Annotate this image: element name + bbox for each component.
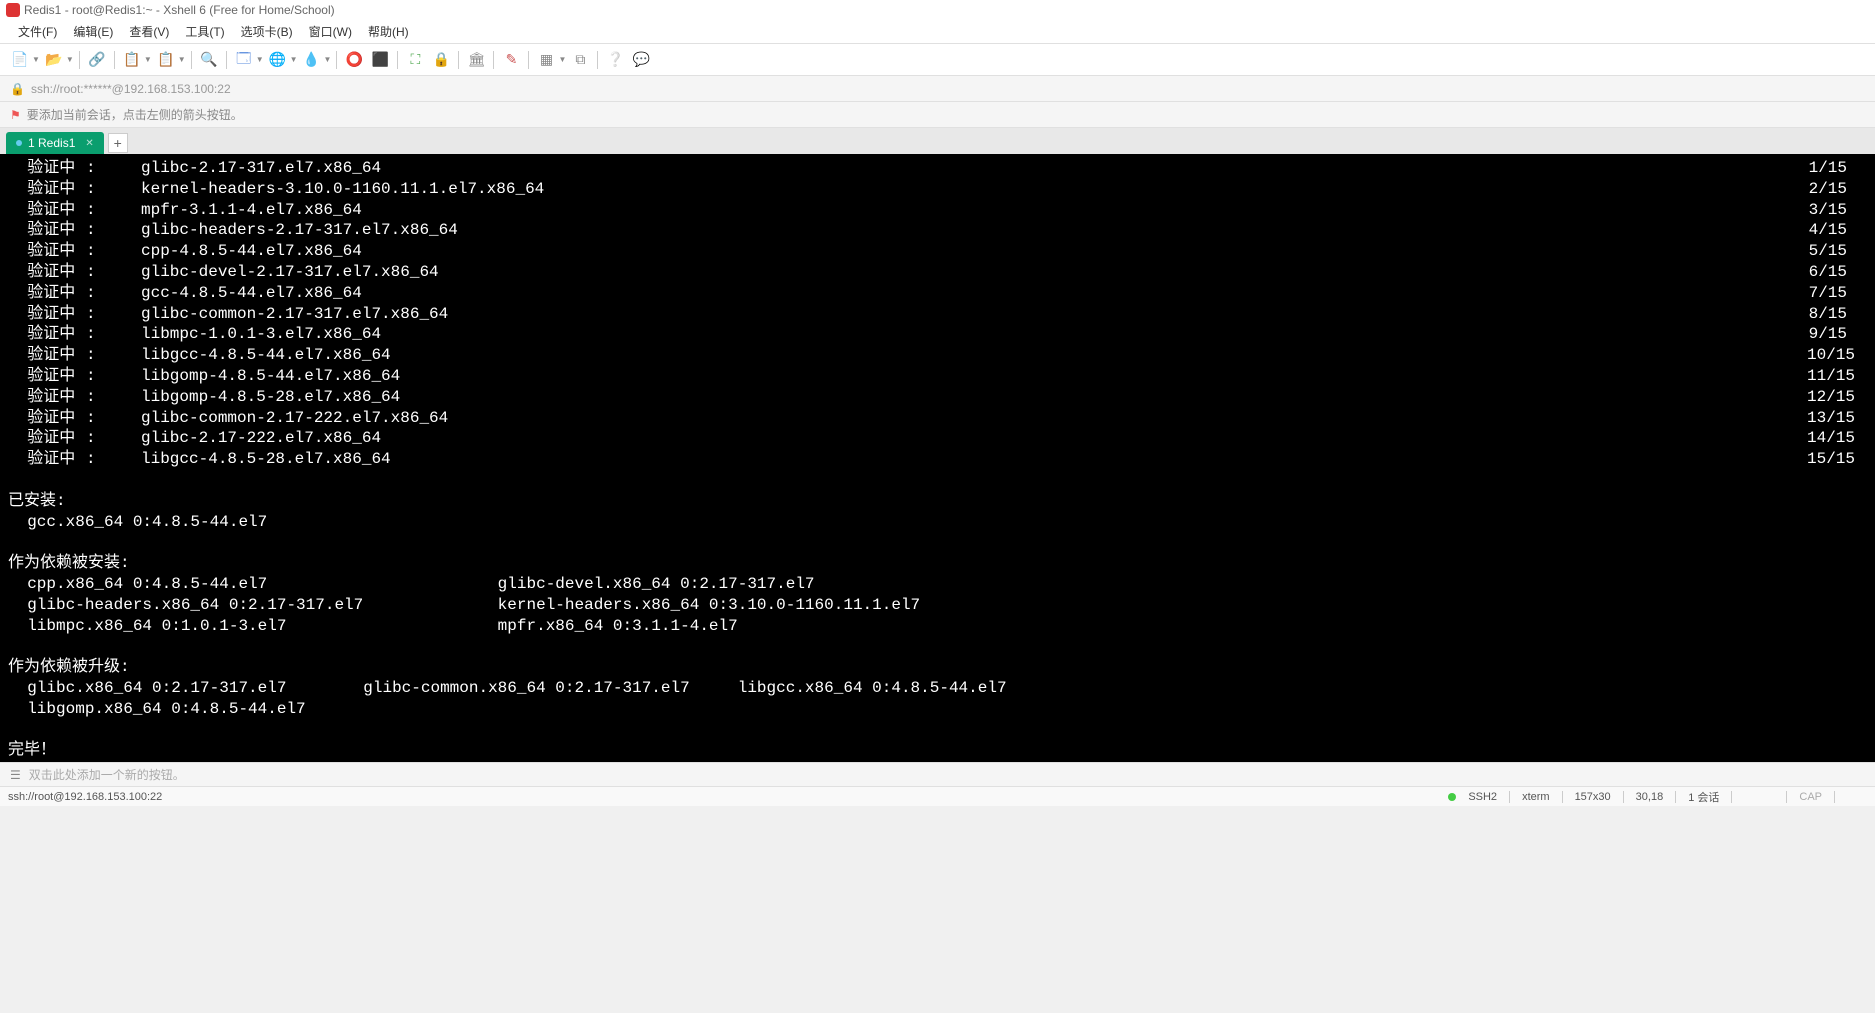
tab-status-dot <box>16 140 22 146</box>
separator <box>493 51 494 69</box>
dropdown-icon[interactable]: ▼ <box>144 55 152 64</box>
menu-tabs[interactable]: 选项卡(B) <box>233 20 301 43</box>
dropdown-icon[interactable]: ▼ <box>558 55 566 64</box>
session-hint-text: 要添加当前会话，点击左侧的箭头按钮。 <box>27 106 243 123</box>
status-cursor-pos: 30,18 <box>1636 791 1664 803</box>
menu-tools[interactable]: 工具(T) <box>177 20 232 43</box>
menu-file[interactable]: 文件(F) <box>10 20 65 43</box>
statusbar: ssh://root@192.168.153.100:22 SSH2 xterm… <box>0 786 1875 806</box>
tab-redis1[interactable]: 1 Redis1 ✕ <box>6 132 104 154</box>
tab-label: 1 Redis1 <box>28 136 75 150</box>
ssh-status-icon <box>1448 793 1456 801</box>
toolbar: 📄▼ 📂▼ 🔗 📋▼ 📋▼ 🔍 🗔▼ 🌐▼ 💧▼ ⭕ ⬛ ⛶ 🔒 🏛 ✎ ▦▼ … <box>0 44 1875 76</box>
refresh-button[interactable]: ⭕ <box>342 48 366 72</box>
fullscreen-button[interactable]: ⛶ <box>403 48 427 72</box>
layout-button[interactable]: ▦ <box>534 48 558 72</box>
reconnect-button[interactable]: 🔗 <box>85 48 109 72</box>
paste-button[interactable]: 📋 <box>154 48 178 72</box>
dropdown-icon[interactable]: ▼ <box>256 55 264 64</box>
color-button[interactable]: 🌐 <box>266 48 290 72</box>
highlight-button[interactable]: ✎ <box>499 48 523 72</box>
separator <box>528 51 529 69</box>
separator <box>597 51 598 69</box>
separator <box>1834 791 1835 803</box>
separator <box>1562 791 1563 803</box>
dropdown-icon[interactable]: ▼ <box>290 55 298 64</box>
lock-button[interactable]: 🔒 <box>429 48 453 72</box>
separator <box>79 51 80 69</box>
quick-command-bar[interactable]: ☰ 双击此处添加一个新的按钮。 <box>0 762 1875 786</box>
tabbar: 1 Redis1 ✕ + <box>0 128 1875 154</box>
separator <box>397 51 398 69</box>
status-protocol: SSH2 <box>1468 791 1497 803</box>
status-connection: ssh://root@192.168.153.100:22 <box>8 791 1448 803</box>
transfer-button[interactable]: 🏛 <box>464 48 488 72</box>
status-term: xterm <box>1522 791 1550 803</box>
new-session-button[interactable]: 📄 <box>8 48 32 72</box>
separator <box>1623 791 1624 803</box>
menu-view[interactable]: 查看(V) <box>121 20 177 43</box>
cascade-button[interactable]: ⧉ <box>568 48 592 72</box>
titlebar: Redis1 - root@Redis1:~ - Xshell 6 (Free … <box>0 0 1875 20</box>
separator <box>1509 791 1510 803</box>
dropdown-icon[interactable]: ▼ <box>32 55 40 64</box>
comment-button[interactable]: 💬 <box>629 48 653 72</box>
separator <box>458 51 459 69</box>
copy-button[interactable]: 📋 <box>120 48 144 72</box>
dropdown-icon[interactable]: ▼ <box>66 55 74 64</box>
address-text: ssh://root:******@192.168.153.100:22 <box>31 82 231 96</box>
separator <box>226 51 227 69</box>
status-size: 157x30 <box>1575 791 1611 803</box>
status-sessions: 1 会话 <box>1688 789 1719 805</box>
hamburger-icon[interactable]: ☰ <box>10 768 21 782</box>
dropdown-icon[interactable]: ▼ <box>178 55 186 64</box>
terminal[interactable]: 验证中: glibc-2.17-317.el7.x86_641/15 验证中: … <box>0 154 1875 762</box>
tab-add-button[interactable]: + <box>108 133 128 153</box>
menu-help[interactable]: 帮助(H) <box>360 20 417 43</box>
separator <box>114 51 115 69</box>
window-title: Redis1 - root@Redis1:~ - Xshell 6 (Free … <box>24 3 335 17</box>
lock-icon: 🔒 <box>10 82 25 96</box>
help-button[interactable]: ❔ <box>603 48 627 72</box>
menubar: 文件(F) 编辑(E) 查看(V) 工具(T) 选项卡(B) 窗口(W) 帮助(… <box>0 20 1875 44</box>
tab-close-icon[interactable]: ✕ <box>85 138 93 149</box>
search-button[interactable]: 🔍 <box>197 48 221 72</box>
stop-button[interactable]: ⬛ <box>368 48 392 72</box>
dropdown-icon[interactable]: ▼ <box>324 55 332 64</box>
font-button[interactable]: 💧 <box>300 48 324 72</box>
properties-button[interactable]: 🗔 <box>232 48 256 72</box>
open-button[interactable]: 📂 <box>42 48 66 72</box>
session-hint-bar: ⚑ 要添加当前会话，点击左侧的箭头按钮。 <box>0 102 1875 128</box>
separator <box>1675 791 1676 803</box>
separator <box>1731 791 1732 803</box>
status-cap: CAP <box>1799 791 1822 803</box>
app-icon <box>6 3 20 17</box>
menu-edit[interactable]: 编辑(E) <box>65 20 121 43</box>
menu-window[interactable]: 窗口(W) <box>301 20 360 43</box>
quick-command-hint: 双击此处添加一个新的按钮。 <box>29 766 185 783</box>
separator <box>1786 791 1787 803</box>
addressbar[interactable]: 🔒 ssh://root:******@192.168.153.100:22 <box>0 76 1875 102</box>
separator <box>191 51 192 69</box>
flag-icon: ⚑ <box>10 108 21 122</box>
separator <box>336 51 337 69</box>
